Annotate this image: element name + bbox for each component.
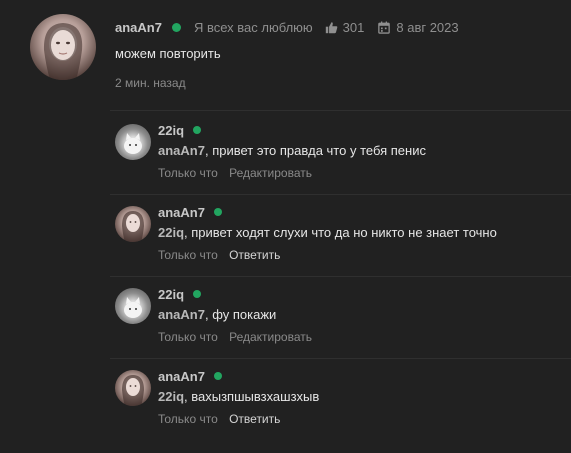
date-text: 8 авг 2023 [396,19,459,35]
calendar-icon [378,21,391,34]
avatar-portrait [122,211,144,242]
online-indicator [213,208,222,216]
online-indicator [213,372,222,380]
avatar[interactable] [30,14,96,80]
avatar[interactable] [115,288,151,324]
comment-text: можем повторить [115,46,221,61]
username[interactable]: 22iq [158,287,184,302]
divider [110,194,571,195]
reply-button[interactable]: Ответить [229,412,280,426]
mention-link[interactable]: 22iq [158,225,184,240]
reply-text: 22iq, вахызпшывзхашзхыв [158,389,319,404]
comment-header: anaAn7 Я всех вас люблюю 301 8 авг 2023 [115,18,459,36]
username[interactable]: anaAn7 [158,205,205,220]
reply-message: , фу покажи [204,307,277,322]
reply-message: , привет это правда что у тебя пенис [204,143,426,158]
mention-link[interactable]: anaAn7 [158,143,205,158]
post-date: 8 авг 2023 [378,19,459,35]
like-count: 301 [342,19,365,35]
reply-time: Только что [158,166,218,180]
reply-item: 22iq anaAn7, привет это правда что у теб… [110,118,571,198]
reply-header: 22iq [158,286,202,302]
reply-item: anaAn7 22iq, вахызпшывзхашзхыв Только чт… [110,364,571,444]
avatar-cat [124,297,142,318]
avatar-portrait [43,23,83,80]
reply-time: Только что [158,412,218,426]
username[interactable]: anaAn7 [158,369,205,384]
online-indicator [193,290,202,298]
reply-message: , привет ходят слухи что да но никто не … [184,225,497,240]
reply-actions: Только что Ответить [158,248,280,262]
divider [110,276,571,277]
reply-actions: Только что Ответить [158,412,280,426]
reply-item: anaAn7 22iq, привет ходят слухи что да н… [110,200,571,280]
reply-text: anaAn7, привет это правда что у тебя пен… [158,143,426,158]
username[interactable]: anaAn7 [115,20,162,35]
thumbs-up-icon [325,21,337,33]
user-status: Я всех вас люблюю [193,19,313,35]
reply-button[interactable]: Ответить [229,248,280,262]
mention-link[interactable]: anaAn7 [158,307,205,322]
likes: 301 [325,19,365,35]
avatar-portrait [122,375,144,406]
reply-message: , вахызпшывзхашзхыв [184,389,320,404]
reply-time: Только что [158,248,218,262]
online-indicator [171,22,181,32]
reply-actions: Только что Редактировать [158,330,312,344]
edit-button[interactable]: Редактировать [229,166,312,180]
mention-link[interactable]: 22iq [158,389,184,404]
avatar[interactable] [115,370,151,406]
reply-actions: Только что Редактировать [158,166,312,180]
reply-header: anaAn7 [158,204,222,220]
username[interactable]: 22iq [158,123,184,138]
reply-text: anaAn7, фу покажи [158,307,276,322]
reply-text: 22iq, привет ходят слухи что да но никто… [158,225,497,240]
avatar-cat [124,133,142,154]
comments-page: anaAn7 Я всех вас люблюю 301 8 авг 2023 … [0,0,571,453]
edit-button[interactable]: Редактировать [229,330,312,344]
avatar[interactable] [115,206,151,242]
reply-item: 22iq anaAn7, фу покажи Только что Редакт… [110,282,571,362]
divider [110,358,571,359]
main-comment: anaAn7 Я всех вас люблюю 301 8 авг 2023 … [0,0,571,110]
reply-header: 22iq [158,122,202,138]
comment-time: 2 мин. назад [115,76,186,90]
divider [110,110,571,111]
reply-header: anaAn7 [158,368,222,384]
online-indicator [193,126,202,134]
avatar[interactable] [115,124,151,160]
reply-time: Только что [158,330,218,344]
